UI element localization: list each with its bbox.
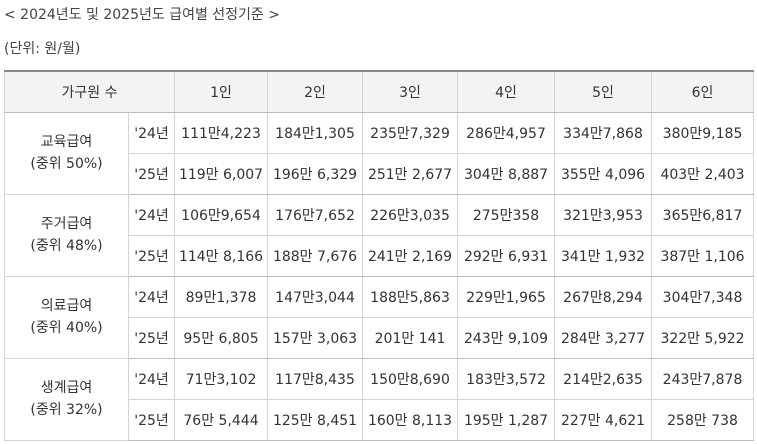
amount-cell: 119만 6,007	[174, 152, 269, 195]
year-cell: '25년	[127, 152, 176, 195]
amount-cell: 235만7,329	[362, 111, 459, 154]
amount-cell: 111만4,223	[174, 111, 269, 154]
amount-cell: 226만3,035	[362, 193, 459, 236]
year-cell: '24년	[127, 275, 176, 318]
amount-cell: 184만1,305	[267, 111, 364, 154]
amount-cell: 321만3,953	[554, 193, 653, 236]
selection-criteria-table: 가구원 수 1인 2인 3인 4인 5인 6인 교육급여 (중위 50%) '24년…	[3, 70, 755, 441]
amount-cell: 89만1,378	[174, 275, 269, 318]
median-ratio: (중위 32%)	[30, 402, 103, 418]
table-row: 교육급여 (중위 50%) '24년 111만4,223 184만1,305 235만7,…	[4, 111, 755, 195]
amount-cell: 241만 2,169	[362, 234, 459, 277]
amount-cell: 251만 2,677	[362, 152, 459, 195]
amount-cell: 227만 4,621	[554, 398, 653, 441]
amount-cell: 286만4,957	[457, 111, 556, 154]
amount-cell: 201만 141	[362, 316, 459, 359]
amount-cell: 229만1,965	[457, 275, 556, 318]
size-header: 5인	[554, 70, 653, 113]
amount-cell: 243만7,878	[651, 357, 755, 400]
benefit-category-cell: 생계급여 (중위 32%)	[4, 357, 129, 441]
benefit-name: 주거급여	[40, 216, 93, 232]
size-header: 4인	[457, 70, 556, 113]
amount-cell: 292만 6,931	[457, 234, 556, 277]
amount-cell: 258만 738	[651, 398, 755, 441]
size-header: 3인	[362, 70, 459, 113]
header-row: 가구원 수 1인 2인 3인 4인 5인 6인	[3, 70, 755, 113]
amount-cell: 117만8,435	[267, 357, 364, 400]
amount-cell: 380만9,185	[651, 111, 755, 154]
year-cell: '25년	[127, 398, 176, 441]
amount-cell: 243만 9,109	[457, 316, 556, 359]
amount-cell: 157만 3,063	[267, 316, 364, 359]
median-ratio: (중위 48%)	[30, 238, 103, 254]
amount-cell: 284만 3,277	[554, 316, 653, 359]
amount-cell: 125만 8,451	[267, 398, 364, 441]
amount-cell: 275만358	[457, 193, 556, 236]
table-row: 의료급여 (중위 40%) '24년 89만1,378 147만3,044 188만5,8…	[4, 275, 755, 359]
amount-cell: 341만 1,932	[554, 234, 653, 277]
year-cell: '24년	[127, 193, 176, 236]
amount-cell: 365만6,817	[651, 193, 755, 236]
unit-note: (단위: 원/월)	[4, 41, 81, 57]
household-size-header: 가구원 수	[3, 70, 176, 113]
amount-cell: 160만 8,113	[362, 398, 459, 441]
benefit-category-cell: 주거급여 (중위 48%)	[4, 193, 129, 277]
amount-cell: 196만 6,329	[267, 152, 364, 195]
amount-cell: 106만9,654	[174, 193, 269, 236]
size-header: 1인	[174, 70, 269, 113]
amount-cell: 176만7,652	[267, 193, 364, 236]
amount-cell: 76만 5,444	[174, 398, 269, 441]
table-title: < 2024년도 및 2025년도 급여별 선정기준 >	[4, 7, 280, 23]
size-header: 2인	[267, 70, 364, 113]
table-row: 생계급여 (중위 32%) '24년 71만3,102 117만8,435 150만8,6…	[4, 357, 755, 441]
amount-cell: 114만 8,166	[174, 234, 269, 277]
amount-cell: 195만 1,287	[457, 398, 556, 441]
benefit-category-cell: 의료급여 (중위 40%)	[4, 275, 129, 359]
amount-cell: 188만 7,676	[267, 234, 364, 277]
amount-cell: 183만3,572	[457, 357, 556, 400]
amount-cell: 95만 6,805	[174, 316, 269, 359]
amount-cell: 71만3,102	[174, 357, 269, 400]
year-cell: '24년	[127, 111, 176, 154]
table-body: 교육급여 (중위 50%) '24년 111만4,223 184만1,305 235만7,…	[4, 111, 755, 441]
amount-cell: 334만7,868	[554, 111, 653, 154]
amount-cell: 267만8,294	[554, 275, 653, 318]
amount-cell: 387만 1,106	[651, 234, 755, 277]
year-cell: '25년	[127, 234, 176, 277]
median-ratio: (중위 50%)	[30, 156, 103, 172]
year-cell: '24년	[127, 357, 176, 400]
amount-cell: 188만5,863	[362, 275, 459, 318]
benefit-name: 의료급여	[40, 298, 93, 314]
amount-cell: 214만2,635	[554, 357, 653, 400]
benefit-name: 교육급여	[40, 134, 93, 150]
amount-cell: 403만 2,403	[651, 152, 755, 195]
amount-cell: 150만8,690	[362, 357, 459, 400]
amount-cell: 304만 8,887	[457, 152, 556, 195]
table-row: 주거급여 (중위 48%) '24년 106만9,654 176만7,652 226만3,…	[4, 193, 755, 277]
size-header: 6인	[651, 70, 755, 113]
benefit-category-cell: 교육급여 (중위 50%)	[4, 111, 129, 195]
median-ratio: (중위 40%)	[30, 320, 103, 336]
amount-cell: 322만 5,922	[651, 316, 755, 359]
year-cell: '25년	[127, 316, 176, 359]
amount-cell: 304만7,348	[651, 275, 755, 318]
benefit-name: 생계급여	[40, 380, 93, 396]
amount-cell: 147만3,044	[267, 275, 364, 318]
amount-cell: 355만 4,096	[554, 152, 653, 195]
